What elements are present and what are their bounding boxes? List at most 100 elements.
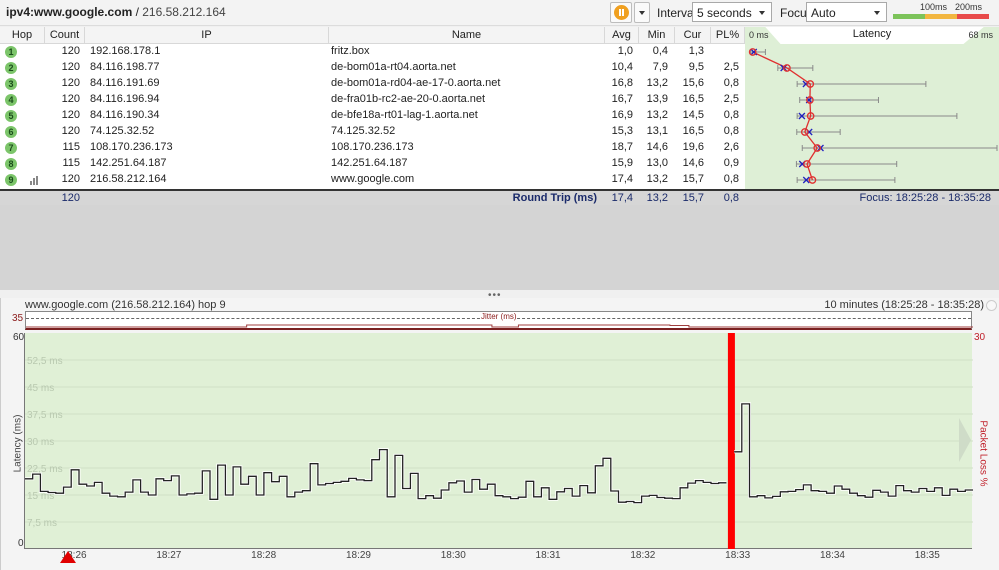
x-tick-label: 18:35 [914,550,940,561]
x-tick-label: 18:32 [630,550,656,561]
hop-number-badge: 8 [5,158,17,170]
cell-cur: 14,6 [682,157,704,169]
graph-shown-icon[interactable] [30,176,40,185]
focus-value: Auto [811,6,836,20]
cell-name: de-bom01a-rd04-ae-17-0.aorta.net [331,77,501,89]
timeline-graph-panel: www.google.com (216.58.212.164) hop 9 10… [0,298,999,570]
target-ip: 216.58.212.164 [142,5,226,19]
cell-pl: 0,8 [723,125,739,137]
cell-cur: 9,5 [688,61,704,73]
pingplotter-window: ipv4:www.google.com / 216.58.212.164 Int… [0,0,999,570]
empty-table-area [0,205,999,290]
footer-pl: 0,8 [723,192,739,204]
col-latency[interactable]: 0 ms Latency 68 ms [745,27,999,44]
cell-cur: 15,6 [682,77,704,89]
footer-avg: 17,4 [611,192,633,204]
jitter-max-label: 35 [12,313,24,324]
col-pl[interactable]: PL% [711,27,745,44]
col-hop[interactable]: Hop [0,27,45,44]
x-tick-label: 18:27 [156,550,182,561]
pause-icon [614,5,629,20]
x-tick-label: 18:33 [725,550,751,561]
hop-number-badge: 5 [5,110,17,122]
cell-avg: 17,4 [611,173,633,185]
col-cur[interactable]: Cur [675,27,711,44]
cell-min: 13,2 [646,173,668,185]
latency-line-halo [25,402,973,505]
cell-cur: 19,6 [682,141,704,153]
y2-tick-max: 30 [974,332,986,343]
focus-marker-icon[interactable] [60,551,76,563]
focus-range: Focus: 18:25:28 - 18:35:28 [859,192,991,204]
cell-ip: 74.125.32.52 [90,125,155,137]
hop-number-badge: 9 [5,174,17,186]
footer-count: 120 [61,192,80,204]
pause-menu-dropdown[interactable] [634,2,650,23]
gridline-label: 7,5 ms [27,518,57,529]
cell-pl: 0,9 [723,157,739,169]
table-row[interactable]: 1 120 192.168.178.1 fritz.box 1,0 0,4 1,3 [0,44,745,60]
col-count[interactable]: Count [45,27,85,44]
cell-name: www.google.com [331,173,415,185]
x-tick-label: 18:30 [440,550,466,561]
latency-line [25,403,973,504]
trace-table: Hop Count IP Name Avg Min Cur PL% 0 ms L… [0,27,999,189]
target-host: ipv4:www.google.com [6,5,133,19]
col-min[interactable]: Min [639,27,675,44]
pane-splitter[interactable]: ••• [0,290,999,301]
scale-good-bar [893,14,925,19]
scale-200ms: 200ms [955,2,983,12]
pause-button[interactable] [610,2,632,23]
gridline-label: 45 ms [27,383,54,394]
hop-number-badge: 2 [5,62,17,74]
latency-color-scale: 100ms 200ms [893,2,989,22]
x-tick-label: 18:28 [251,550,277,561]
cell-count: 115 [62,141,80,153]
cell-min: 7,9 [652,61,668,73]
hop-number-badge: 7 [5,142,17,154]
cell-count: 120 [61,77,80,89]
graph-time-range[interactable]: 10 minutes (18:25:28 - 18:35:28) [824,299,984,311]
hop-number-badge: 4 [5,94,17,106]
latency-header-label: Latency [852,28,892,40]
cell-min: 14,6 [646,141,668,153]
latency-graph [745,44,999,189]
cell-ip: 84.116.191.69 [90,77,160,89]
y-tick-min: 0 [18,538,24,549]
scale-bad-bar [957,14,989,19]
cell-avg: 10,4 [611,61,633,73]
target-title: ipv4:www.google.com / 216.58.212.164 [6,5,226,19]
chevron-down-icon [639,11,645,15]
col-ip[interactable]: IP [85,27,329,44]
cell-cur: 15,7 [682,173,704,185]
y2-axis-label: Packet Loss % [977,420,989,487]
expand-arrow-icon[interactable] [959,418,971,462]
hop-number-badge: 3 [5,78,17,90]
cell-avg: 16,7 [611,93,633,105]
y-axis-label: Latency (ms) [12,414,24,473]
cell-ip: 84.116.196.94 [90,93,160,105]
x-tick-label: 18:29 [345,550,371,561]
cell-cur: 1,3 [688,45,704,57]
cell-count: 120 [61,109,80,121]
jitter-graph: Jitter (ms) [25,311,973,330]
col-name[interactable]: Name [329,27,605,44]
cell-count: 120 [61,125,80,137]
cell-pl: 0,8 [723,109,739,121]
cell-ip: 142.251.64.187 [90,157,167,169]
footer-min: 13,2 [646,192,668,204]
focus-select[interactable]: Auto [806,2,887,22]
chevron-down-icon [759,11,765,15]
interval-select[interactable]: 5 seconds [692,2,772,22]
col-avg[interactable]: Avg [605,27,639,44]
target-separator: / [132,5,143,19]
chevron-down-icon[interactable] [986,300,997,311]
cell-name: 74.125.32.52 [331,125,396,137]
latency-plot[interactable]: 7,5 ms 15 ms 22,5 ms 30 ms 37,5 ms 45 ms 52,5 … [24,333,973,549]
cell-ip: 216.58.212.164 [90,173,167,185]
packet-loss-bar [727,333,735,549]
cell-pl: 0,8 [723,173,739,185]
cell-ip: 192.168.178.1 [90,45,161,57]
graph-title: www.google.com (216.58.212.164) hop 9 [25,299,226,311]
scale-warn-bar [925,14,957,19]
